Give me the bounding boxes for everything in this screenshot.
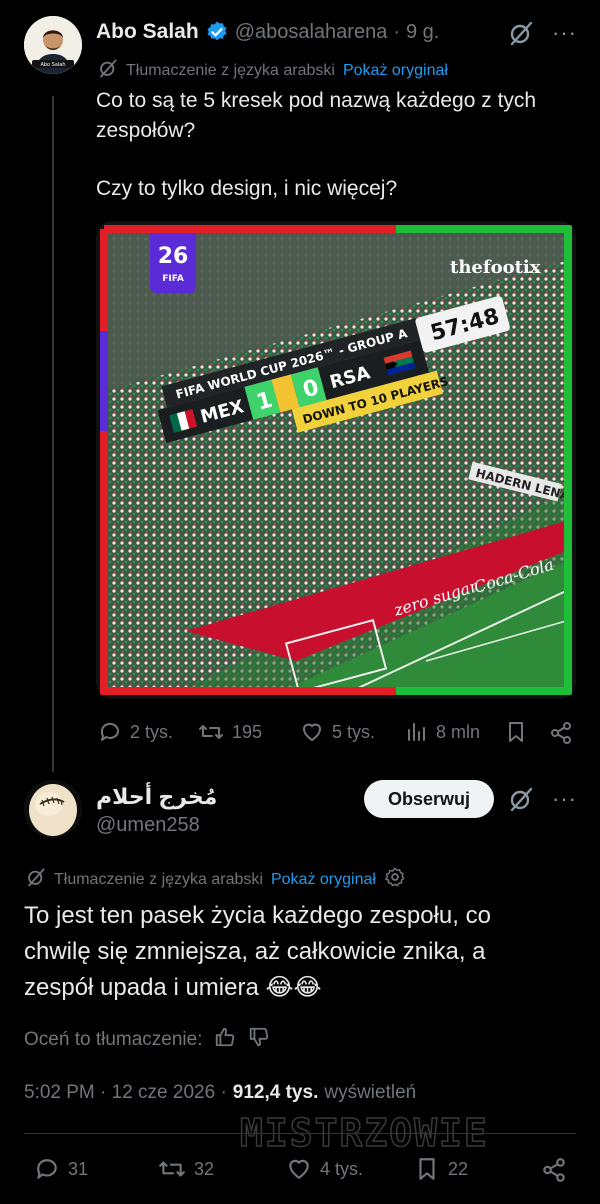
show-original-link[interactable]: Pokaż oryginał: [343, 62, 448, 80]
repost-count: 32: [194, 1158, 215, 1179]
reply-icon: [100, 722, 119, 741]
grok-icon[interactable]: [508, 786, 534, 817]
translate-icon: [98, 58, 118, 83]
translation-notice: Tłumaczenie z języka arabski Pokaż orygi…: [98, 58, 448, 83]
separator-dot: ·: [393, 20, 400, 43]
tweet-media-image[interactable]: zero sugar Coca-Cola FIFA WORLD CUP 2026…: [96, 221, 576, 699]
repost-icon: [159, 1161, 185, 1177]
heart-icon: [289, 1159, 309, 1179]
reply-text-line: To jest ten pasek życia każdego zespołu,…: [24, 902, 491, 929]
bookmark-icon[interactable]: [504, 720, 528, 749]
tweet-body: Co to są te 5 kresek pod nazwą każdego z…: [96, 86, 576, 204]
follow-button[interactable]: Obserwuj: [364, 780, 494, 818]
reply-count: 2 tys.: [130, 721, 174, 742]
views-count: 912,4 tys.: [232, 1082, 319, 1103]
reply-author-name[interactable]: مُخرج أحلام: [96, 784, 217, 810]
heart-icon: [303, 723, 321, 741]
translated-from-label: Tłumaczenie z języka arabski: [54, 870, 263, 888]
reply-body: To jest ten pasek życia każdego zespołu,…: [24, 898, 584, 1006]
bookmark-count: 22: [448, 1158, 469, 1179]
divider: [24, 1133, 576, 1134]
tweet-time[interactable]: 9 g.: [406, 21, 439, 44]
emoji: 😂😂: [265, 974, 322, 1001]
tweet-text-line: zespołów?: [96, 119, 196, 142]
repost-count: 195: [232, 721, 263, 742]
reply-count: 31: [68, 1158, 89, 1179]
bookmark-icon: [419, 1158, 435, 1180]
more-options-icon[interactable]: ···: [552, 786, 577, 812]
badge-label: FIFA: [162, 274, 184, 284]
rate-translation-label: Oceń to tłumaczenie:: [24, 1029, 203, 1050]
reply-button[interactable]: 2 tys.: [98, 720, 173, 744]
like-button[interactable]: 5 tys.: [300, 720, 375, 744]
reply-author-handle[interactable]: @umen258: [96, 814, 200, 837]
badge-year: 26: [158, 244, 189, 269]
settings-gear-icon[interactable]: [384, 866, 406, 893]
channel-logo: thefootix: [450, 257, 541, 278]
author-name[interactable]: Abo Salah: [96, 20, 199, 44]
tweet-text-line: Czy to tylko design, i nic więcej?: [96, 177, 398, 200]
reply-avatar[interactable]: [24, 780, 82, 838]
thumbs-down-icon[interactable]: [248, 1026, 270, 1054]
repost-button[interactable]: 32: [158, 1156, 214, 1182]
share-icon[interactable]: [548, 720, 574, 751]
verified-badge-icon: [205, 20, 229, 44]
author-handle[interactable]: @abosalaharena: [235, 21, 388, 44]
reply-text-line: zespół upada i umiera: [24, 974, 259, 1001]
show-original-link[interactable]: Pokaż oryginał: [271, 871, 376, 889]
grok-icon[interactable]: [508, 20, 534, 51]
like-count: 4 tys.: [320, 1158, 364, 1179]
reply-button[interactable]: 31: [34, 1156, 88, 1182]
timestamp[interactable]: 5:02 PM · 12 cze 2026 ·: [24, 1082, 227, 1104]
more-options-icon[interactable]: ···: [552, 20, 577, 46]
thumbs-up-icon[interactable]: [214, 1026, 236, 1054]
translation-notice: Tłumaczenie z języka arabski Pokaż orygi…: [26, 866, 406, 893]
translated-from-label: Tłumaczenie z języka arabski: [126, 61, 335, 79]
share-icon[interactable]: [540, 1156, 568, 1189]
views-label: wyświetleń: [324, 1082, 417, 1103]
avatar[interactable]: Abo Salah: [24, 16, 82, 74]
reply-text-line: chwilę się zmniejsza, aż całkowicie znik…: [24, 938, 486, 965]
thread-connector: [52, 96, 54, 772]
reply-icon: [37, 1159, 57, 1179]
view-count: 8 mln: [436, 721, 481, 742]
translate-icon: [26, 867, 46, 892]
reply-meta: 5:02 PM · 12 cze 2026 · 912,4 tys. wyświ…: [24, 1082, 416, 1104]
views-button[interactable]: 8 mln: [404, 720, 480, 744]
repost-button[interactable]: 195: [198, 720, 262, 744]
repost-icon: [199, 725, 223, 739]
bookmark-button[interactable]: 22: [414, 1156, 468, 1182]
analytics-icon: [408, 723, 425, 741]
tweet-header: Abo Salah @abosalaharena · 9 g.: [96, 20, 516, 44]
rate-translation-row: Oceń to tłumaczenie:: [24, 1026, 270, 1054]
avatar-caption: Abo Salah: [40, 62, 65, 68]
like-button[interactable]: 4 tys.: [286, 1156, 363, 1182]
tweet-text-line: Co to są te 5 kresek pod nazwą każdego z…: [96, 89, 537, 112]
like-count: 5 tys.: [332, 721, 376, 742]
